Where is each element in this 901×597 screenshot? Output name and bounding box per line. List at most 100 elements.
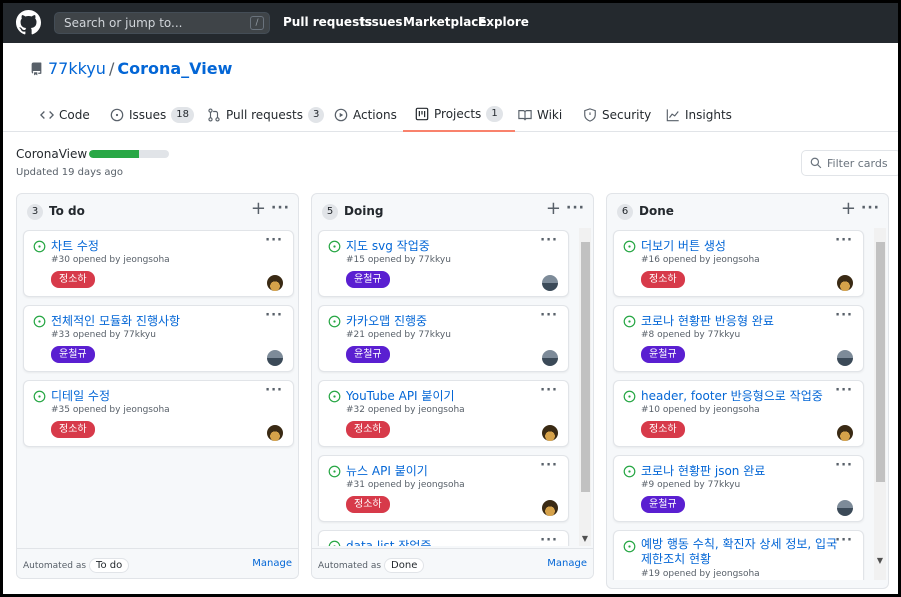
issue-title-link[interactable]: 예방 행동 수칙, 확진자 상세 정보, 입국 제한조치 현황 bbox=[641, 537, 841, 567]
tab-actions[interactable]: Actions bbox=[334, 98, 397, 132]
card-menu-button[interactable]: ··· bbox=[835, 308, 853, 323]
repo-owner-link[interactable]: 77kkyu bbox=[48, 59, 106, 78]
card-menu-button[interactable]: ··· bbox=[835, 458, 853, 473]
card-menu-button[interactable]: ··· bbox=[835, 233, 853, 248]
issue-label[interactable]: 정소하 bbox=[346, 421, 390, 438]
issue-label[interactable]: 윤철규 bbox=[346, 346, 390, 363]
issue-title-link[interactable]: 디테일 수정 bbox=[51, 387, 110, 404]
issue-card[interactable]: 예방 행동 수칙, 확진자 상세 정보, 입국 제한조치 현황 ··· #19 … bbox=[613, 530, 864, 580]
card-menu-button[interactable]: ··· bbox=[540, 233, 558, 248]
repo-name-link[interactable]: Corona_View bbox=[117, 59, 232, 78]
issue-title-link[interactable]: 더보기 버튼 생성 bbox=[641, 237, 726, 254]
assignee-avatar[interactable] bbox=[542, 350, 558, 366]
nav-marketplace[interactable]: Marketplace bbox=[403, 15, 487, 29]
issue-title-link[interactable]: 차트 수정 bbox=[51, 237, 99, 254]
issue-card[interactable]: 카카오맵 진행중 ··· #21 opened by 77kkyu 윤철규 bbox=[318, 305, 569, 372]
issue-label[interactable]: 윤철규 bbox=[641, 346, 685, 363]
tab-issues[interactable]: Issues 18 bbox=[110, 98, 195, 132]
tab-wiki[interactable]: Wiki bbox=[518, 98, 562, 132]
manage-automation-link[interactable]: Manage bbox=[547, 558, 587, 569]
issue-label[interactable]: 윤철규 bbox=[641, 496, 685, 513]
tab-projects[interactable]: Projects 1 bbox=[403, 98, 515, 132]
issue-card[interactable]: 디테일 수정 ··· #35 opened by jeongsoha 정소하 bbox=[23, 380, 294, 447]
nav-pull-requests[interactable]: Pull requests bbox=[283, 15, 372, 29]
column-scrollbar[interactable]: ▼ bbox=[579, 228, 591, 546]
issue-card[interactable]: 더보기 버튼 생성 ··· #16 opened by jeongsoha 정소… bbox=[613, 230, 864, 297]
card-menu-button[interactable]: ··· bbox=[265, 383, 283, 398]
scroll-down-icon[interactable]: ▼ bbox=[874, 556, 886, 566]
card-menu-button[interactable]: ··· bbox=[540, 308, 558, 323]
assignee-avatar[interactable] bbox=[267, 350, 283, 366]
add-card-button[interactable]: + bbox=[251, 200, 266, 218]
card-menu-button[interactable]: ··· bbox=[835, 383, 853, 398]
nav-explore[interactable]: Explore bbox=[478, 15, 529, 29]
add-card-button[interactable]: + bbox=[841, 200, 856, 218]
scrollbar-thumb[interactable] bbox=[581, 242, 590, 492]
github-logo-icon[interactable] bbox=[16, 10, 41, 35]
scroll-down-icon[interactable]: ▼ bbox=[579, 534, 591, 544]
tab-pull-requests[interactable]: Pull requests 3 bbox=[207, 98, 325, 132]
assignee-avatar[interactable] bbox=[542, 275, 558, 291]
issue-label[interactable]: 윤철규 bbox=[346, 271, 390, 288]
search-input[interactable]: Search or jump to... / bbox=[54, 12, 270, 34]
tab-insights[interactable]: Insights bbox=[666, 98, 732, 132]
card-menu-button[interactable]: ··· bbox=[540, 458, 558, 473]
assignee-avatar[interactable] bbox=[837, 350, 853, 366]
tab-security[interactable]: Security bbox=[583, 98, 651, 132]
issue-card[interactable]: 차트 수정 ··· #30 opened by jeongsoha 정소하 bbox=[23, 230, 294, 297]
column-menu-button[interactable]: ··· bbox=[271, 200, 290, 216]
issue-title-link[interactable]: data list 작업중 bbox=[346, 537, 431, 546]
column-scrollbar[interactable]: ▼ bbox=[874, 228, 886, 580]
assignee-avatar[interactable] bbox=[267, 275, 283, 291]
assignee-avatar[interactable] bbox=[267, 425, 283, 441]
issue-label[interactable]: 윤철규 bbox=[51, 346, 95, 363]
scrollbar-thumb[interactable] bbox=[876, 242, 885, 482]
nav-issues[interactable]: Issues bbox=[360, 15, 403, 29]
card-menu-button[interactable]: ··· bbox=[540, 533, 558, 546]
issue-title-link[interactable]: 전체적인 모듈화 진행사항 bbox=[51, 312, 180, 329]
column-title: To do bbox=[49, 204, 85, 218]
issue-label[interactable]: 정소하 bbox=[346, 496, 390, 513]
issue-card[interactable]: 전체적인 모듈화 진행사항 ··· #33 opened by 77kkyu 윤… bbox=[23, 305, 294, 372]
card-menu-button[interactable]: ··· bbox=[540, 383, 558, 398]
card-menu-button[interactable]: ··· bbox=[835, 533, 853, 548]
issue-card[interactable]: 코로나 현황판 json 완료 ··· #9 opened by 77kkyu … bbox=[613, 455, 864, 522]
issue-title-link[interactable]: 뉴스 API 붙이기 bbox=[346, 462, 428, 479]
assignee-avatar[interactable] bbox=[837, 500, 853, 516]
issue-card[interactable]: header, footer 반응형으로 작업중 ··· #10 opened … bbox=[613, 380, 864, 447]
column-menu-button[interactable]: ··· bbox=[566, 200, 585, 216]
tab-code[interactable]: Code bbox=[40, 98, 90, 132]
assignee-avatar[interactable] bbox=[837, 275, 853, 291]
column-menu-button[interactable]: ··· bbox=[861, 200, 880, 216]
issue-opened-icon bbox=[33, 315, 46, 328]
issue-opened-icon bbox=[328, 390, 341, 403]
issue-opened-icon bbox=[623, 315, 636, 328]
add-card-button[interactable]: + bbox=[546, 200, 561, 218]
assignee-avatar[interactable] bbox=[542, 425, 558, 441]
issue-opened-icon bbox=[623, 465, 636, 478]
issue-label[interactable]: 정소하 bbox=[641, 421, 685, 438]
card-menu-button[interactable]: ··· bbox=[265, 233, 283, 248]
issue-title-link[interactable]: 코로나 현황판 json 완료 bbox=[641, 462, 765, 479]
issue-card[interactable]: data list 작업중 ··· bbox=[318, 530, 569, 546]
filter-cards-input[interactable]: Filter cards bbox=[801, 150, 898, 176]
issue-card[interactable]: YouTube API 붙이기 ··· #32 opened by jeongs… bbox=[318, 380, 569, 447]
issue-title-link[interactable]: 코로나 현황판 반응형 완료 bbox=[641, 312, 774, 329]
issue-title-link[interactable]: 지도 svg 작업중 bbox=[346, 237, 430, 254]
search-shortcut-key: / bbox=[250, 16, 264, 30]
assignee-avatar[interactable] bbox=[837, 425, 853, 441]
issue-title-link[interactable]: YouTube API 붙이기 bbox=[346, 387, 455, 404]
issue-card[interactable]: 코로나 현황판 반응형 완료 ··· #8 opened by 77kkyu 윤… bbox=[613, 305, 864, 372]
issue-label[interactable]: 정소하 bbox=[51, 421, 95, 438]
column-footer: Automated as To do Manage bbox=[17, 548, 298, 578]
issue-label[interactable]: 정소하 bbox=[51, 271, 95, 288]
issue-label[interactable]: 정소하 bbox=[641, 271, 685, 288]
issue-title-link[interactable]: header, footer 반응형으로 작업중 bbox=[641, 387, 823, 404]
issue-card[interactable]: 뉴스 API 붙이기 ··· #31 opened by jeongsoha 정… bbox=[318, 455, 569, 522]
issue-title-link[interactable]: 카카오맵 진행중 bbox=[346, 312, 427, 329]
project-name[interactable]: CoronaView bbox=[16, 147, 87, 161]
manage-automation-link[interactable]: Manage bbox=[252, 558, 292, 569]
issue-card[interactable]: 지도 svg 작업중 ··· #15 opened by 77kkyu 윤철규 bbox=[318, 230, 569, 297]
assignee-avatar[interactable] bbox=[542, 500, 558, 516]
card-menu-button[interactable]: ··· bbox=[265, 308, 283, 323]
